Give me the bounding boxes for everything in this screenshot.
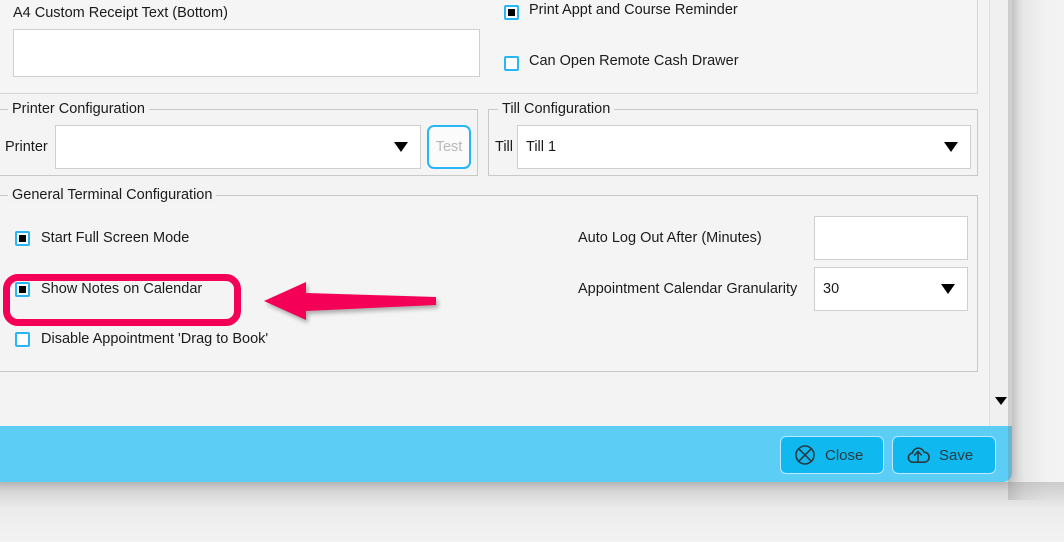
save-button-label: Save [939, 446, 974, 464]
scroll-down-button[interactable] [990, 392, 1012, 410]
till-select-value: Till 1 [526, 139, 557, 155]
checkbox-show-notes-on-calendar-label: Show Notes on Calendar [41, 281, 203, 297]
checkbox-can-open-remote-cash-drawer[interactable] [504, 56, 519, 71]
close-circle-icon [793, 443, 817, 467]
dialog-footer: Close Save [0, 426, 1012, 482]
chevron-down-icon [941, 284, 955, 294]
cloud-upload-icon [905, 444, 931, 466]
printer-label: Printer [5, 139, 48, 155]
appointment-calendar-granularity-label: Appointment Calendar Granularity [578, 281, 798, 297]
printer-test-button[interactable]: Test [427, 125, 471, 169]
vertical-scrollbar[interactable] [989, 0, 1012, 426]
printer-configuration-legend: Printer Configuration [8, 101, 149, 117]
checkbox-show-notes-on-calendar[interactable] [15, 282, 30, 297]
auto-logout-input[interactable] [814, 216, 968, 260]
footer-button-group: Close Save [780, 436, 996, 474]
auto-logout-label: Auto Log Out After (Minutes) [578, 230, 762, 246]
chevron-down-icon [944, 142, 958, 152]
appointment-calendar-granularity-value: 30 [823, 281, 840, 297]
printer-select[interactable] [55, 125, 421, 169]
checkbox-print-appt-course-reminder-label: Print Appt and Course Reminder [529, 2, 738, 18]
till-select[interactable]: Till 1 [517, 125, 971, 169]
chevron-down-icon [394, 142, 408, 152]
terminal-settings-dialog: A4 Custom Receipt Text (Bottom) Print Ap… [0, 0, 1012, 482]
checkbox-start-full-screen-mode-label: Start Full Screen Mode [41, 230, 190, 246]
general-terminal-configuration-legend: General Terminal Configuration [8, 187, 217, 203]
checkbox-start-full-screen-mode[interactable] [15, 231, 30, 246]
checkbox-disable-drag-to-book-label: Disable Appointment 'Drag to Book' [41, 331, 269, 347]
checkbox-disable-drag-to-book[interactable] [15, 332, 30, 347]
chevron-down-icon [995, 397, 1007, 405]
close-button-label: Close [825, 446, 864, 464]
a4-custom-receipt-text-bottom-input[interactable] [13, 29, 480, 77]
save-button[interactable]: Save [892, 436, 996, 474]
appointment-calendar-granularity-select[interactable]: 30 [814, 267, 968, 311]
till-label: Till [495, 139, 513, 155]
checkbox-can-open-remote-cash-drawer-label: Can Open Remote Cash Drawer [529, 53, 739, 69]
a4-receipt-bottom-label: A4 Custom Receipt Text (Bottom) [13, 5, 228, 21]
till-configuration-legend: Till Configuration [498, 101, 615, 117]
dialog-scroll-content: A4 Custom Receipt Text (Bottom) Print Ap… [0, 0, 1012, 426]
receipt-options-panel: A4 Custom Receipt Text (Bottom) Print Ap… [0, 0, 978, 94]
close-button[interactable]: Close [780, 436, 884, 474]
screenshot-root: A4 Custom Receipt Text (Bottom) Print Ap… [0, 0, 1064, 542]
checkbox-print-appt-course-reminder[interactable] [504, 5, 519, 20]
